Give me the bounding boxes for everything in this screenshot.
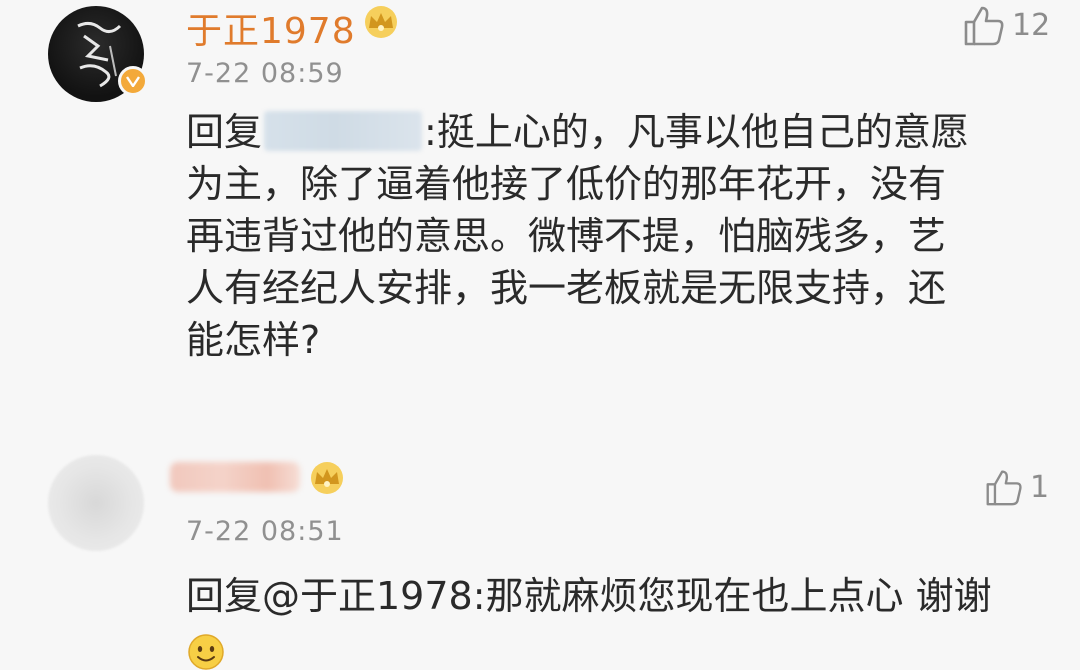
reply-body: 回复@于正1978:那就麻烦您现在也上点心 谢谢 bbox=[186, 574, 992, 618]
crown-icon bbox=[365, 6, 397, 38]
comment-line-1: 回复:挺上心的，凡事以他自己的意愿 bbox=[186, 110, 969, 154]
crown-icon bbox=[311, 462, 343, 494]
comment-body: 回复:挺上心的，凡事以他自己的意愿 为主，除了逼着他接了低价的那年花开，没有 再… bbox=[186, 106, 1046, 366]
comment-line-4: 人有经纪人安排，我一老板就是无限支持，还 bbox=[186, 266, 947, 310]
like-count: 12 bbox=[1012, 7, 1051, 43]
comment-line-3: 再违背过他的意思。微博不提，怕脑残多，艺 bbox=[186, 214, 947, 258]
reply-prefix: 回复 bbox=[186, 110, 263, 154]
like-button[interactable]: 12 bbox=[962, 4, 1050, 46]
avatar[interactable] bbox=[48, 455, 144, 551]
thumbs-up-icon bbox=[986, 470, 1022, 506]
thumbs-up-icon bbox=[964, 6, 1004, 46]
comment-line-5: 能怎样? bbox=[186, 318, 321, 362]
comment-line-2: 为主，除了逼着他接了低价的那年花开，没有 bbox=[186, 162, 947, 206]
comment-timestamp: 7-22 08:51 bbox=[186, 516, 344, 547]
blurred-username[interactable] bbox=[170, 462, 300, 492]
smiley-emoji-icon bbox=[188, 634, 224, 670]
comment-timestamp: 7-22 08:59 bbox=[186, 58, 344, 89]
comment-item bbox=[0, 440, 1080, 670]
username[interactable]: 于正1978 bbox=[186, 2, 356, 54]
verified-badge-icon bbox=[118, 66, 148, 96]
like-count: 1 bbox=[1030, 469, 1050, 505]
blurred-mention bbox=[264, 111, 423, 151]
like-button[interactable]: 1 bbox=[984, 468, 1049, 506]
comment-item: 于正1978 7-22 08:59 12 回复:挺上心的，凡事以他自己的意愿 为… bbox=[0, 0, 1080, 440]
